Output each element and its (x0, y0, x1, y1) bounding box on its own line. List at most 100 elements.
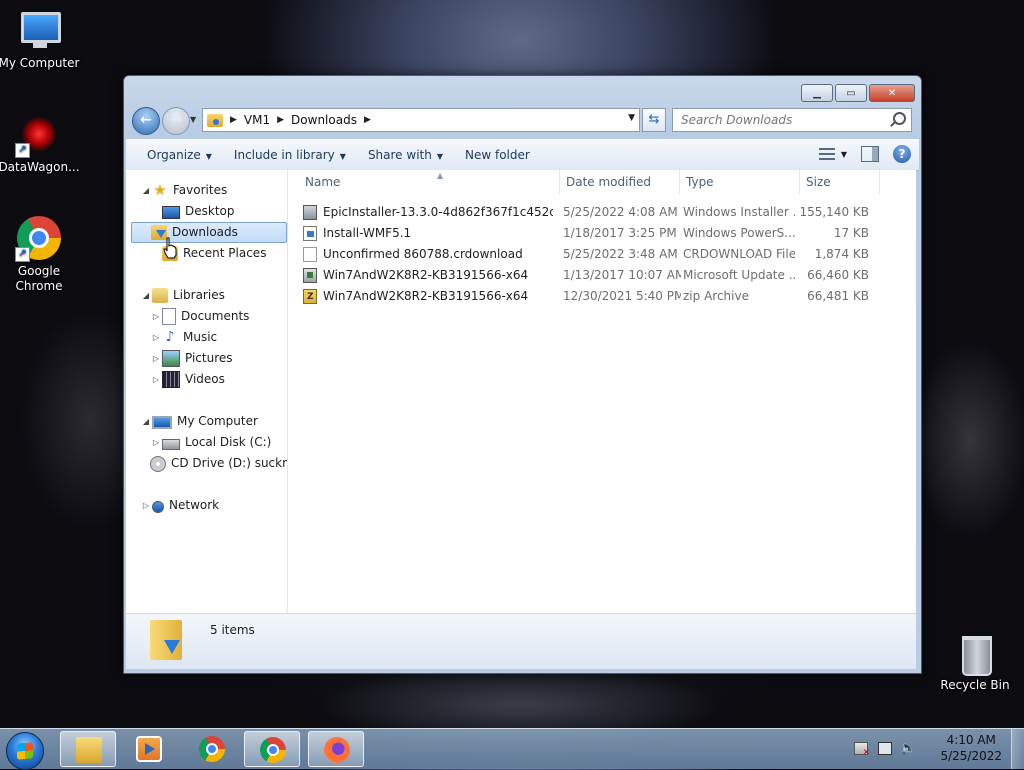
minimize-button[interactable]: ▁ (801, 84, 833, 102)
nav-network[interactable]: ▷ Network (140, 495, 219, 516)
desktop-icon-label: Google Chrome (15, 264, 63, 293)
nav-my-computer[interactable]: ◢ My Computer (140, 411, 258, 432)
file-size: 1,874 KB (814, 247, 869, 261)
start-button[interactable] (6, 732, 44, 770)
desktop-icon-label: DataWagon... (0, 160, 80, 174)
recycle-bin-icon (953, 630, 997, 676)
column-header-date-modified[interactable]: Date modified (560, 170, 680, 194)
taskbar-chrome-window[interactable] (244, 731, 300, 767)
expand-arrow-icon[interactable]: ▷ (150, 327, 162, 348)
nav-documents[interactable]: ▷ Documents (150, 306, 249, 327)
nav-pictures[interactable]: ▷ Pictures (150, 348, 233, 369)
nav-label: My Computer (177, 414, 258, 428)
file-type: Windows PowerS... (683, 226, 795, 240)
column-header-name[interactable]: ▲ Name (299, 170, 560, 194)
desktop-icon-google-chrome[interactable]: ↗ Google Chrome (0, 216, 81, 294)
collapse-arrow-icon[interactable]: ◢ (140, 285, 152, 306)
table-row[interactable]: Unconfirmed 860788.crdownload 5/25/2022 … (299, 244, 889, 265)
expand-arrow-icon[interactable]: ▷ (150, 306, 162, 327)
table-row[interactable]: Win7AndW2K8R2-KB3191566-x64 12/30/2021 5… (299, 286, 889, 308)
back-button[interactable]: ← (132, 107, 160, 135)
blank-file-icon (303, 247, 317, 262)
nav-favorites[interactable]: ◢ ★ Favorites (140, 180, 227, 201)
nav-desktop[interactable]: Desktop (150, 201, 235, 222)
desktop-icon-recycle-bin[interactable]: Recycle Bin (933, 630, 1017, 693)
volume-icon[interactable]: 🔈 (900, 742, 916, 755)
share-with-button[interactable]: Share with ▼ (357, 148, 454, 162)
expand-arrow-icon[interactable]: ▷ (150, 432, 162, 453)
include-in-library-button[interactable]: Include in library ▼ (223, 148, 357, 162)
navigation-bar: ← → ▼ ▶ VM1 ▶ Downloads ▶ ▼ ⇆ (130, 106, 915, 135)
expand-arrow-icon[interactable]: ▷ (150, 369, 162, 390)
forward-button[interactable]: → (162, 107, 190, 135)
recent-pages-dropdown[interactable]: ▼ (190, 115, 196, 124)
new-folder-button[interactable]: New folder (454, 148, 541, 162)
nav-videos[interactable]: ▷ Videos (150, 369, 225, 390)
views-icon (818, 147, 835, 161)
file-type: Microsoft Update ... (683, 268, 795, 282)
search-box[interactable] (672, 108, 912, 132)
nav-local-disk[interactable]: ▷ Local Disk (C:) (150, 432, 271, 453)
sort-ascending-icon: ▲ (437, 171, 444, 180)
column-header-size[interactable]: Size (800, 170, 880, 194)
nav-downloads[interactable]: Downloads (131, 222, 287, 243)
action-center-flag-icon[interactable] (854, 742, 870, 758)
nav-label: Documents (181, 309, 250, 323)
breadcrumb-vm1[interactable]: VM1 (244, 113, 270, 127)
desktop-icon-my-computer[interactable]: My Computer (0, 8, 81, 71)
collapse-arrow-icon[interactable]: ◢ (140, 411, 152, 432)
address-history-dropdown[interactable]: ▼ (628, 113, 635, 123)
table-row[interactable]: Win7AndW2K8R2-KB3191566-x64 1/13/2017 10… (299, 265, 889, 286)
maximize-button[interactable]: ▭ (835, 84, 867, 102)
desktop-icon-label: Recycle Bin (940, 678, 1010, 692)
preview-pane-button[interactable] (861, 146, 879, 162)
breadcrumb-separator-icon[interactable]: ▶ (364, 115, 371, 125)
clock[interactable]: 4:10 AM 5/25/2022 (940, 732, 1002, 764)
powershell-icon (303, 226, 317, 241)
content-area: ◢ ★ Favorites Desktop Downloads Recent P… (126, 170, 916, 614)
table-row[interactable]: Install-WMF5.1 1/18/2017 3:25 PM Windows… (299, 223, 889, 244)
taskbar-chrome[interactable] (184, 731, 240, 767)
downloads-folder-icon (150, 620, 182, 660)
show-desktop-button[interactable] (1011, 729, 1024, 769)
chrome-icon (199, 736, 225, 762)
change-view-button[interactable]: ▼ (818, 147, 847, 161)
nav-cd-drive[interactable]: CD Drive (D:) suckm (150, 453, 287, 474)
nav-music[interactable]: ▷ ♪ Music (150, 327, 217, 348)
column-header-type[interactable]: Type (680, 170, 800, 194)
taskbar-explorer[interactable] (60, 731, 116, 767)
taskbar-media-player[interactable] (121, 731, 177, 767)
breadcrumb-separator-icon[interactable]: ▶ (230, 115, 237, 125)
file-type: Windows Installer ... (683, 205, 795, 219)
close-button[interactable]: ✕ (869, 84, 915, 102)
help-button[interactable]: ? (893, 145, 911, 163)
nav-label: Favorites (173, 183, 228, 197)
refresh-button[interactable]: ⇆ (642, 108, 666, 132)
table-row[interactable]: EpicInstaller-13.3.0-4d862f367f1c452d9a8… (299, 202, 889, 223)
file-date: 12/30/2021 5:40 PM (563, 289, 681, 303)
search-icon[interactable] (893, 112, 906, 125)
firefox-icon (324, 737, 350, 763)
expand-arrow-icon[interactable]: ▷ (150, 348, 162, 369)
chevron-down-icon: ▼ (436, 152, 443, 161)
share-with-label: Share with (367, 148, 432, 162)
address-bar[interactable]: ▶ VM1 ▶ Downloads ▶ ▼ (202, 108, 640, 132)
network-status-icon[interactable] (878, 742, 892, 755)
clock-date: 5/25/2022 (940, 749, 1002, 763)
organize-button[interactable]: Organize ▼ (136, 148, 223, 162)
navigation-pane: ◢ ★ Favorites Desktop Downloads Recent P… (126, 170, 288, 613)
desktop-icon-datawagon[interactable]: ↗ DataWagon... (0, 112, 81, 175)
taskbar-firefox[interactable] (308, 731, 364, 767)
breadcrumb-separator-icon[interactable]: ▶ (277, 115, 284, 125)
cd-drive-icon (150, 455, 166, 472)
include-in-library-label: Include in library (233, 148, 335, 162)
search-input[interactable] (679, 109, 883, 131)
breadcrumb-downloads[interactable]: Downloads (291, 113, 357, 127)
file-size: 155,140 KB (799, 205, 869, 219)
nav-libraries[interactable]: ◢ Libraries (140, 285, 225, 306)
collapse-arrow-icon[interactable]: ◢ (140, 180, 152, 201)
chevron-down-icon: ▼ (205, 152, 212, 161)
nav-label: Pictures (185, 351, 233, 365)
expand-arrow-icon[interactable]: ▷ (140, 495, 152, 516)
libraries-icon (152, 288, 168, 303)
